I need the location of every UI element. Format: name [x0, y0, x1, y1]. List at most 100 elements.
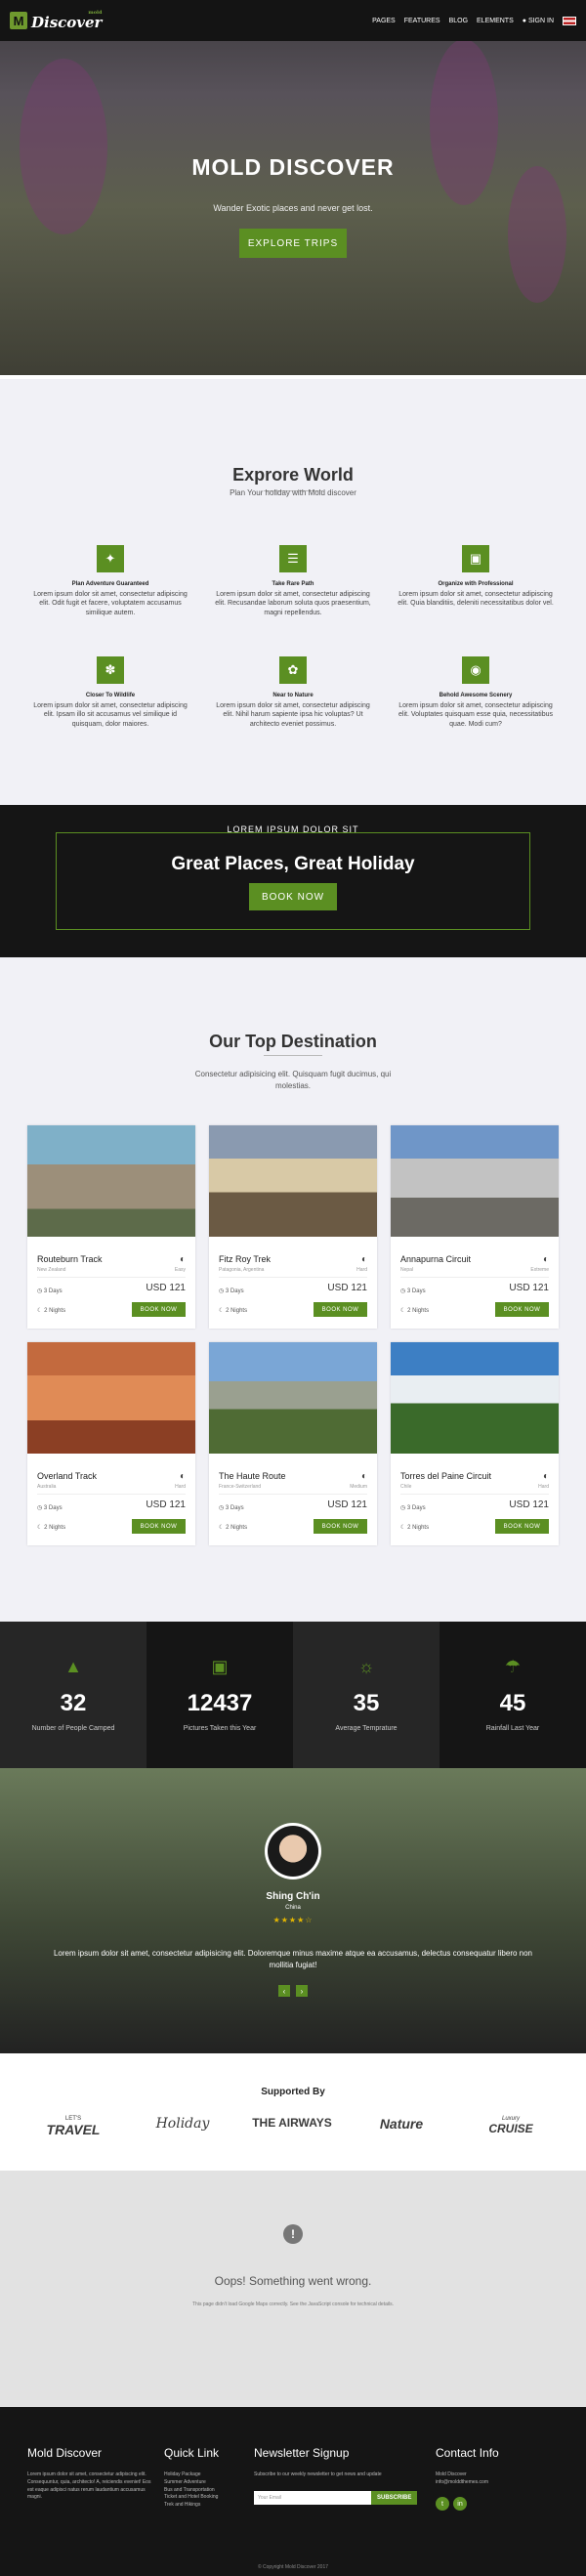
destination-card[interactable]: Annapurna Circuit Nepal ◐ Extreme ◷ 3 Da… [391, 1125, 559, 1329]
user-icon: ● [522, 17, 526, 24]
nights-text: 2 Nights [407, 1308, 430, 1314]
sign-in-link[interactable]: ● SIGN IN [523, 18, 554, 24]
destination-image [27, 1342, 195, 1454]
sun-icon: ☼ [357, 1657, 375, 1676]
footer: Mold Discover Lorem ipsum dolor sit amet… [0, 2407, 586, 2576]
clock-icon: ◷ [400, 1288, 406, 1294]
destination-name: Torres del Paine Circuit [400, 1471, 492, 1481]
destination-card[interactable]: Torres del Paine Circuit Chile ◐ Hard ◷ … [391, 1342, 559, 1545]
footer-about: Mold Discover Lorem ipsum dolor sit amet… [27, 2446, 154, 2502]
nav-item-blog[interactable]: BLOG [449, 18, 468, 24]
sponsor-logo: THE AIRWAYS [248, 2116, 336, 2130]
nav-item-pages[interactable]: PAGES [372, 18, 396, 24]
stat-block: ☼ 35 Average Temprature [293, 1622, 440, 1768]
footer-link[interactable]: Ticket and Hotel Booking [164, 2494, 252, 2502]
next-arrow-icon[interactable]: › [296, 1985, 308, 1997]
moon-icon: ☾ [219, 1308, 225, 1314]
email-field[interactable]: Your Email [254, 2490, 371, 2505]
destination-difficulty: Hard [356, 1267, 367, 1273]
prev-arrow-icon[interactable]: ‹ [278, 1985, 290, 1997]
book-now-button[interactable]: BOOK NOW [314, 1519, 367, 1534]
book-now-button[interactable]: BOOK NOW [495, 1302, 549, 1317]
difficulty-icon: ◐ [360, 1471, 367, 1482]
book-now-button[interactable]: BOOK NOW [132, 1519, 186, 1534]
subscribe-button[interactable]: SUBSCRIBE [371, 2490, 418, 2505]
top-navbar: M mold Discover PAGES FEATURES BLOG ELEME… [0, 0, 586, 41]
destination-price: USD 121 [509, 1283, 549, 1293]
destination-name: The Haute Route [219, 1471, 286, 1481]
destination-name: Overland Track [37, 1471, 98, 1481]
destination-difficulty: Extreme [530, 1267, 549, 1273]
book-now-button[interactable]: BOOK NOW [495, 1519, 549, 1534]
twitter-icon[interactable]: t [436, 2497, 449, 2511]
top-destination-section: Our Top Destination Consectetur adipisic… [0, 957, 586, 1622]
map-section[interactable]: ! Oops! Something went wrong. This page … [0, 2171, 586, 2407]
destination-card[interactable]: Overland Track Australia ◐ Hard ◷ 3 Days… [27, 1342, 195, 1545]
destination-price: USD 121 [327, 1499, 367, 1510]
feature-text: Lorem ipsum dolor sit amet, consectetur … [33, 591, 188, 616]
map-error-title: Oops! Something went wrong. [214, 2274, 372, 2288]
contact-email[interactable]: info@molddthemes.com [436, 2479, 563, 2487]
destination-name: Routeburn Track [37, 1254, 103, 1264]
footer-contact: Contact Info Mold Discover info@molddthe… [436, 2446, 563, 2511]
destination-difficulty: Medium [350, 1484, 367, 1490]
explore-trips-button[interactable]: EXPLORE TRIPS [239, 229, 347, 258]
nav-item-elements[interactable]: ELEMENTS [477, 18, 514, 24]
stat-label: Pictures Taken this Year [183, 1725, 257, 1732]
promo-pretitle: LOREM IPSUM DOLOR SIT [227, 824, 359, 834]
destination-card[interactable]: Routeburn Track New Zealand ◐ Easy ◷ 3 D… [27, 1125, 195, 1329]
book-now-button[interactable]: BOOK NOW [132, 1302, 186, 1317]
destination-card[interactable]: The Haute Route France-Switzerland ◐ Med… [209, 1342, 377, 1545]
contact-name: Mold Discover [436, 2471, 467, 2477]
footer-link[interactable]: Holiday Package [164, 2471, 252, 2479]
stat-number: 45 [499, 1690, 526, 1716]
footer-link[interactable]: Summer Adventure [164, 2479, 252, 2487]
camera-icon: ▣ [211, 1657, 229, 1676]
destination-location: Chile [400, 1484, 412, 1490]
days-text: 3 Days [43, 1288, 63, 1294]
logo-mark: M [10, 12, 27, 29]
destination-difficulty: Easy [174, 1267, 186, 1273]
avatar [265, 1823, 321, 1879]
warning-icon: ! [283, 2224, 303, 2244]
signpost-icon: ☰ [279, 545, 307, 572]
feature-title: Behold Awesome Scenery [439, 693, 513, 698]
nights-text: 2 Nights [407, 1525, 430, 1531]
testimonial-name: Shing Ch'in [266, 1891, 320, 1902]
feature-title: Plan Adventure Guaranteed [71, 581, 149, 587]
stat-block: ▣ 12437 Pictures Taken this Year [146, 1622, 293, 1768]
feature-text: Lorem ipsum dolor sit amet, consectetur … [215, 591, 371, 616]
clock-icon: ◷ [219, 1505, 225, 1511]
promo-book-now-button[interactable]: BOOK NOW [249, 883, 337, 910]
destination-nights: ☾ 2 Nights [37, 1307, 65, 1314]
card-divider [219, 1277, 367, 1278]
linkedin-icon[interactable]: in [453, 2497, 467, 2511]
logo-text: mold Discover [31, 11, 102, 30]
destination-price: USD 121 [327, 1283, 367, 1293]
destination-days: ◷ 3 Days [400, 1504, 426, 1511]
sponsor-logo: Holiday [139, 2116, 227, 2132]
flag-icon[interactable] [563, 16, 576, 25]
nav-item-features[interactable]: FEATURES [404, 18, 440, 24]
destination-difficulty: Hard [538, 1484, 549, 1490]
explore-subtitle: Plan Your holiday with Mold discover [230, 488, 356, 497]
nights-text: 2 Nights [44, 1308, 66, 1314]
feature-item: ✦ Plan Adventure Guaranteed Lorem ipsum … [27, 545, 193, 617]
logo[interactable]: M mold Discover [10, 11, 102, 30]
feature-title: Take Rare Path [272, 581, 314, 587]
logo-name: Discover [31, 14, 103, 31]
footer-link[interactable]: Trek and Hikings [164, 2502, 252, 2510]
main-nav: PAGES FEATURES BLOG ELEMENTS ● SIGN IN [372, 16, 576, 25]
destination-nights: ☾ 2 Nights [219, 1524, 247, 1531]
days-text: 3 Days [225, 1288, 244, 1294]
moon-icon: ☾ [37, 1525, 43, 1531]
nights-text: 2 Nights [226, 1525, 248, 1531]
days-text: 3 Days [225, 1505, 244, 1511]
footer-link[interactable]: Bus and Transportation [164, 2487, 252, 2495]
card-divider [37, 1277, 186, 1278]
book-now-button[interactable]: BOOK NOW [314, 1302, 367, 1317]
difficulty-icon: ◐ [542, 1254, 549, 1265]
destination-card[interactable]: Fitz Roy Trek Patagonia, Argentina ◐ Har… [209, 1125, 377, 1329]
stat-label: Number of People Camped [31, 1725, 115, 1732]
testimonial-quote: Lorem ipsum dolor sit amet, consectetur … [53, 1949, 533, 1969]
